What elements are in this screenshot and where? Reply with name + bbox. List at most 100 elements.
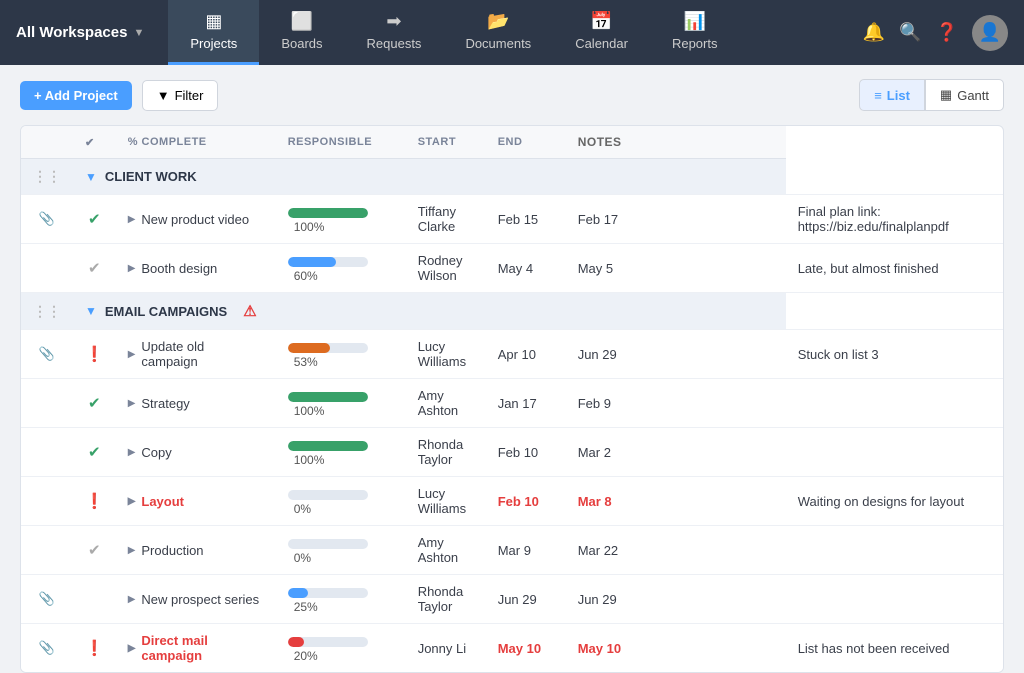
task-responsible-label: Lucy Williams [418, 486, 466, 516]
avatar[interactable]: 👤 [972, 15, 1008, 51]
table-row: 📎 ❗ ▶ Update old campaign 53% Lucy Willi… [21, 330, 1003, 379]
group-drag: ⋮⋮ [21, 293, 73, 330]
boards-icon: ⬜ [291, 11, 313, 32]
add-project-button[interactable]: + Add Project [20, 81, 132, 110]
requests-icon: ➡ [386, 11, 401, 32]
progress-bar [288, 392, 368, 402]
table-row: 📎 ✔ ▶ New product video 100% Tiffany Cla… [21, 195, 1003, 244]
th-start: START [406, 126, 486, 159]
task-end-label: Jun 29 [578, 592, 617, 607]
task-expand-icon[interactable]: ▶ [128, 545, 136, 556]
task-name-cell[interactable]: ▶ Booth design [116, 244, 276, 293]
task-clip-cell: 📎 [21, 624, 73, 673]
task-clip-cell: 📎 [21, 575, 73, 624]
task-progress-cell: 100% [276, 428, 406, 477]
task-name-cell[interactable]: ▶ New product video [116, 195, 276, 244]
task-responsible-cell: Lucy Williams [406, 477, 486, 526]
task-name-cell[interactable]: ▶ Update old campaign [116, 330, 276, 379]
nav-item-label: Documents [465, 36, 531, 51]
task-name-label: Direct mail campaign [141, 633, 263, 663]
list-view-button[interactable]: ≡ List [859, 79, 925, 111]
task-expand-icon[interactable]: ▶ [128, 349, 136, 360]
task-responsible-cell: Amy Ashton [406, 379, 486, 428]
task-clip-cell [21, 428, 73, 477]
navbar: All Workspaces ▼ ▦ Projects ⬜Boards➡Reques… [0, 0, 1024, 65]
task-expand-icon[interactable]: ▶ [128, 214, 136, 225]
task-end-cell: Mar 22 [566, 526, 786, 575]
task-progress-cell: 0% [276, 477, 406, 526]
task-name-cell[interactable]: ▶ Copy [116, 428, 276, 477]
task-expand-icon[interactable]: ▶ [128, 496, 136, 507]
task-notes-label: Final plan link: https://biz.edu/finalpl… [798, 204, 949, 234]
search-icon[interactable]: 🔍 [899, 22, 921, 43]
task-start-label: Feb 10 [498, 445, 538, 460]
task-start-label: Jun 29 [498, 592, 537, 607]
task-expand-icon[interactable]: ▶ [128, 643, 136, 654]
help-icon[interactable]: ❓ [936, 22, 958, 43]
task-start-label: Feb 10 [498, 494, 539, 509]
progress-pct: 0% [294, 502, 311, 516]
task-responsible-label: Rodney Wilson [418, 253, 463, 283]
table-row: ✔ ▶ Booth design 60% Rodney Wilson May 4 [21, 244, 1003, 293]
table-row: 📎 ▶ New prospect series 25% Rhonda Taylo… [21, 575, 1003, 624]
task-expand-icon[interactable]: ▶ [128, 263, 136, 274]
task-responsible-cell: Rhonda Taylor [406, 575, 486, 624]
nav-item-calendar[interactable]: 📅Calendar [553, 0, 650, 65]
task-end-cell: Feb 9 [566, 379, 786, 428]
projects-icon: ▦ [205, 11, 222, 32]
task-name-cell[interactable]: ▶ Layout [116, 477, 276, 526]
task-end-label: Mar 22 [578, 543, 618, 558]
task-end-cell: May 5 [566, 244, 786, 293]
task-name-cell[interactable]: ▶ Strategy [116, 379, 276, 428]
task-end-cell: May 10 [566, 624, 786, 673]
brand[interactable]: All Workspaces ▼ [16, 24, 144, 41]
drag-handle-icon: ⋮⋮ [33, 303, 61, 319]
task-name-cell[interactable]: ▶ Production [116, 526, 276, 575]
filter-button[interactable]: ▼ Filter [142, 80, 219, 111]
gantt-view-button[interactable]: ▦ Gantt [925, 79, 1004, 111]
drag-handle-icon: ⋮⋮ [33, 168, 61, 184]
task-start-cell: Feb 10 [486, 477, 566, 526]
group-row: ⋮⋮ ▼ EMAIL CAMPAIGNS ⚠ [21, 293, 1003, 330]
toolbar: + Add Project ▼ Filter ≡ List ▦ Gantt [0, 65, 1024, 125]
task-start-label: Jan 17 [498, 396, 537, 411]
task-notes-cell: Stuck on list 3 [786, 330, 1003, 379]
brand-label: All Workspaces [16, 24, 127, 41]
task-expand-icon[interactable]: ▶ [128, 398, 136, 409]
task-start-label: May 10 [498, 641, 541, 656]
task-end-label: Feb 9 [578, 396, 611, 411]
nav-item-reports[interactable]: 📊Reports [650, 0, 740, 65]
nav-item-label: Projects [190, 36, 237, 51]
task-expand-icon[interactable]: ▶ [128, 594, 136, 605]
progress-fill [288, 441, 368, 451]
check-gray-icon: ✔ [88, 260, 101, 277]
progress-bar [288, 441, 368, 451]
nav-item-documents[interactable]: 📂Documents [443, 0, 553, 65]
group-name-cell: ▼ EMAIL CAMPAIGNS ⚠ [73, 293, 786, 330]
task-expand-icon[interactable]: ▶ [128, 447, 136, 458]
task-name-cell[interactable]: ▶ New prospect series [116, 575, 276, 624]
nav-item-boards[interactable]: ⬜Boards [259, 0, 344, 65]
table-row: ✔ ▶ Strategy 100% Amy Ashton Jan 17 Fe [21, 379, 1003, 428]
task-clip-cell: 📎 [21, 195, 73, 244]
task-end-cell: Jun 29 [566, 330, 786, 379]
group-collapse-icon[interactable]: ▼ [85, 304, 97, 318]
task-start-cell: Apr 10 [486, 330, 566, 379]
th-drag [21, 126, 73, 159]
group-collapse-icon[interactable]: ▼ [85, 170, 97, 184]
group-row: ⋮⋮ ▼ CLIENT WORK [21, 159, 1003, 195]
check-green-icon: ✔ [88, 444, 101, 461]
task-notes-label: Waiting on designs for layout [798, 494, 964, 509]
bell-icon[interactable]: 🔔 [863, 22, 885, 43]
task-start-cell: Jun 29 [486, 575, 566, 624]
task-responsible-label: Lucy Williams [418, 339, 466, 369]
nav-item-requests[interactable]: ➡Requests [345, 0, 444, 65]
task-responsible-label: Rhonda Taylor [418, 437, 464, 467]
list-icon: ≡ [874, 88, 882, 103]
table-row: ✔ ▶ Copy 100% Rhonda Taylor Feb 10 Mar [21, 428, 1003, 477]
progress-bar [288, 257, 368, 267]
task-name-label: New prospect series [141, 592, 259, 607]
nav-item-projects[interactable]: ▦ Projects [168, 0, 259, 65]
task-name-cell[interactable]: ▶ Direct mail campaign [116, 624, 276, 673]
task-end-label: Jun 29 [578, 347, 617, 362]
